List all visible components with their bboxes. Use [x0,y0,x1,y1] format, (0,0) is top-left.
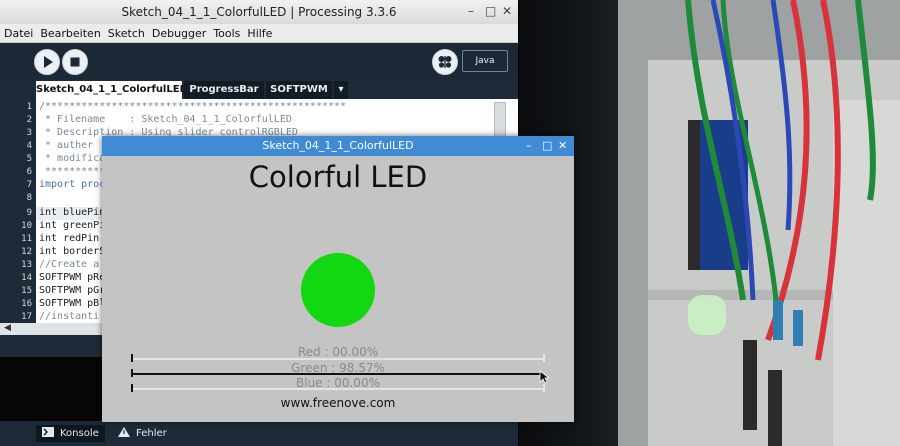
sketch-titlebar: Sketch_04_1_1_ColorfulLED – □ ✕ [102,136,574,156]
tab-softpwm[interactable]: SOFTPWM [266,81,332,99]
menu-bearbeiten[interactable]: Bearbeiten [36,24,103,40]
tab-konsole[interactable]: Konsole [36,425,105,442]
red-slider-label: Red : 00.00% [297,345,379,359]
tab-fehler-label: Fehler [136,428,167,439]
line-number: 4 [26,141,32,151]
code-line: * Filename : Sketch_04_1_1_ColorfulLED [39,114,292,125]
menu-debugger[interactable]: Debugger [148,24,209,40]
sketch-maximize-button[interactable]: □ [542,136,552,156]
line-number: 10 [21,221,32,231]
debug-button[interactable] [432,49,458,75]
tabs-menu-button[interactable]: ▾ [334,81,348,99]
editor-vertical-scrollbar[interactable] [494,102,506,140]
led-indicator [301,253,375,327]
console-icon [42,427,54,437]
line-number: 7 [26,180,32,190]
tab-colorfulled[interactable]: Sketch_04_1_1_ColorfulLED [36,81,188,99]
line-number: 13 [21,260,32,270]
code-line: SOFTPWM pGr [39,285,106,296]
sketch-close-button[interactable]: ✕ [558,136,567,156]
menu-hilfe[interactable]: Hilfe [243,24,275,40]
breadboard-illustration [618,0,900,446]
line-number: 16 [21,299,32,309]
ide-menubar: Datei Bearbeiten Sketch Debugger Tools Hilfe [0,24,518,43]
green-slider-track[interactable] [131,373,544,375]
butterfly-icon [438,56,452,68]
line-number: 9 [26,208,32,218]
sketch-minimize-button[interactable]: – [526,136,532,156]
line-number: 12 [21,247,32,257]
line-number-gutter: 1 2 3 4 5 6 7 8 9 10 11 12 13 14 15 16 1… [0,99,36,323]
line-number: 8 [26,193,32,203]
line-number: 5 [26,154,32,164]
line-number: 15 [21,286,32,296]
tab-konsole-label: Konsole [60,428,99,439]
menu-tools[interactable]: Tools [209,24,243,40]
warning-icon [118,427,130,437]
code-line: SOFTPWM pBl [39,298,106,309]
code-line: //Create a [39,259,100,270]
line-number: 11 [21,234,32,244]
sketch-tabs: Sketch_04_1_1_ColorfulLED ProgressBar SO… [0,79,518,99]
code-line: import proc [39,179,106,190]
stop-button[interactable] [62,49,88,75]
play-icon [44,56,53,68]
line-number: 2 [26,115,32,125]
ide-minimize-button[interactable]: – [468,4,474,18]
line-number: 17 [21,312,32,322]
breadboard-photo [518,0,900,446]
code-line: * modifica [39,153,106,164]
ide-titlebar: Sketch_04_1_1_ColorfulLED | Processing 3… [0,0,518,25]
tab-progressbar[interactable]: ProgressBar [184,81,264,99]
stop-icon [70,57,80,67]
ide-close-button[interactable]: ✕ [502,4,512,18]
line-number: 14 [21,273,32,283]
blue-slider-handle[interactable] [131,384,133,392]
scroll-left-icon[interactable]: ◀ [4,323,11,333]
ide-maximize-button[interactable]: □ [485,4,496,18]
menu-datei[interactable]: Datei [0,24,36,40]
code-line: int bluePin [39,207,106,218]
code-line: /***************************************… [39,101,347,112]
bottom-tabbar: Konsole Fehler [0,421,518,446]
line-number: 1 [26,102,32,112]
menu-sketch[interactable]: Sketch [104,24,148,40]
blue-slider-end [543,384,545,392]
code-line: int greenPi [39,220,106,231]
sketch-footer-url: www.freenove.com [280,396,396,410]
ide-toolbar: Java [0,43,518,79]
sketch-window-title: Sketch_04_1_1_ColorfulLED [262,139,414,152]
mode-selector[interactable]: Java [462,50,508,72]
sketch-heading: Colorful LED [248,160,428,194]
code-line: int borderS [39,246,106,257]
code-line: //instanti [39,311,100,322]
code-line: int redPin [39,233,100,244]
ide-window-title: Sketch_04_1_1_ColorfulLED | Processing 3… [121,5,397,19]
line-number: 6 [26,167,32,177]
code-line: SOFTPWM pRe [39,272,106,283]
run-button[interactable] [34,49,60,75]
red-slider-track[interactable] [131,358,544,360]
blue-slider-track[interactable] [131,388,544,390]
line-number: 3 [26,128,32,138]
sketch-window: Sketch_04_1_1_ColorfulLED – □ ✕ Colorful… [102,136,574,422]
tab-fehler[interactable]: Fehler [112,425,173,442]
code-line: * auther [39,140,94,151]
